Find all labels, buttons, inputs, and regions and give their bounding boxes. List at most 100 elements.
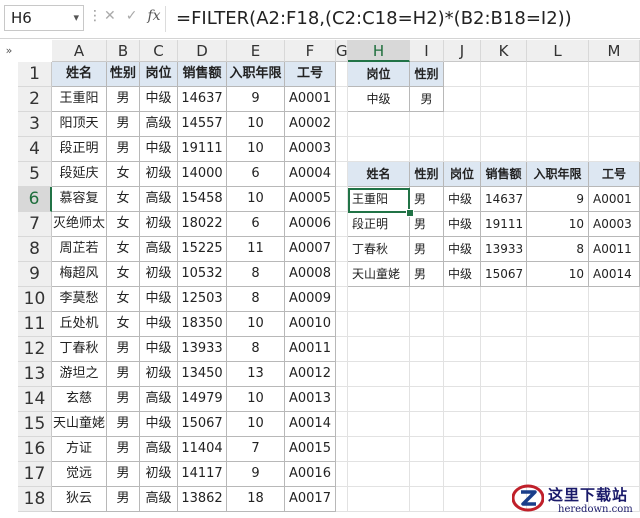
source-cell-id[interactable]: A0011 <box>285 337 336 362</box>
source-cell-sales[interactable]: 19111 <box>178 137 227 162</box>
empty-cell[interactable] <box>348 362 410 387</box>
source-cell-gender[interactable]: 女 <box>107 187 140 212</box>
empty-cell[interactable] <box>444 437 481 462</box>
fill-handle[interactable] <box>406 209 414 217</box>
source-cell-years[interactable]: 10 <box>227 387 285 412</box>
source-cell-sales[interactable]: 13933 <box>178 337 227 362</box>
column-header-c[interactable]: C <box>140 40 178 62</box>
empty-cell[interactable] <box>348 387 410 412</box>
empty-cell[interactable] <box>527 412 589 437</box>
empty-cell[interactable] <box>410 362 444 387</box>
empty-cell[interactable] <box>589 87 640 112</box>
source-cell-sales[interactable]: 15067 <box>178 412 227 437</box>
row-header-7[interactable]: 7 <box>18 212 52 237</box>
source-cell-years[interactable]: 8 <box>227 337 285 362</box>
empty-cell[interactable] <box>336 287 348 312</box>
source-cell-years[interactable]: 13 <box>227 362 285 387</box>
empty-cell[interactable] <box>527 387 589 412</box>
empty-cell[interactable] <box>444 112 481 137</box>
result-header-sales[interactable]: 销售额 <box>481 162 527 187</box>
row-header-4[interactable]: 4 <box>18 137 52 162</box>
source-cell-name[interactable]: 丘处机 <box>52 312 107 337</box>
empty-cell[interactable] <box>336 387 348 412</box>
result-header-gender[interactable]: 性别 <box>410 162 444 187</box>
empty-cell[interactable] <box>481 362 527 387</box>
empty-cell[interactable] <box>410 337 444 362</box>
empty-cell[interactable] <box>481 412 527 437</box>
row-header-9[interactable]: 9 <box>18 262 52 287</box>
source-cell-name[interactable]: 玄慈 <box>52 387 107 412</box>
source-cell-gender[interactable]: 男 <box>107 462 140 487</box>
result-cell-id[interactable]: A0001 <box>589 187 640 212</box>
result-header-id[interactable]: 工号 <box>589 162 640 187</box>
criteria-header-gender[interactable]: 性别 <box>410 62 444 87</box>
source-cell-sales[interactable]: 10532 <box>178 262 227 287</box>
source-cell-gender[interactable]: 男 <box>107 412 140 437</box>
result-cell-position[interactable]: 中级 <box>444 262 481 287</box>
source-cell-name[interactable]: 王重阳 <box>52 87 107 112</box>
source-cell-position[interactable]: 高级 <box>140 112 178 137</box>
source-cell-gender[interactable]: 男 <box>107 362 140 387</box>
empty-cell[interactable] <box>527 287 589 312</box>
source-cell-years[interactable]: 10 <box>227 412 285 437</box>
empty-cell[interactable] <box>410 487 444 512</box>
empty-cell[interactable] <box>336 87 348 112</box>
source-cell-years[interactable]: 18 <box>227 487 285 512</box>
empty-cell[interactable] <box>444 62 481 87</box>
empty-cell[interactable] <box>589 137 640 162</box>
result-cell-position[interactable]: 中级 <box>444 212 481 237</box>
source-cell-sales[interactable]: 13862 <box>178 487 227 512</box>
empty-cell[interactable] <box>527 312 589 337</box>
source-cell-gender[interactable]: 女 <box>107 287 140 312</box>
empty-cell[interactable] <box>444 387 481 412</box>
source-cell-gender[interactable]: 女 <box>107 162 140 187</box>
empty-cell[interactable] <box>481 437 527 462</box>
confirm-icon[interactable]: ✓ <box>126 8 138 24</box>
source-cell-id[interactable]: A0006 <box>285 212 336 237</box>
source-cell-years[interactable]: 11 <box>227 237 285 262</box>
empty-cell[interactable] <box>336 462 348 487</box>
empty-cell[interactable] <box>336 412 348 437</box>
source-cell-position[interactable]: 中级 <box>140 87 178 112</box>
source-cell-gender[interactable]: 男 <box>107 87 140 112</box>
column-header-i[interactable]: I <box>410 40 444 62</box>
row-header-3[interactable]: 3 <box>18 112 52 137</box>
source-cell-gender[interactable]: 男 <box>107 112 140 137</box>
empty-cell[interactable] <box>348 412 410 437</box>
source-cell-name[interactable]: 李莫愁 <box>52 287 107 312</box>
empty-cell[interactable] <box>348 487 410 512</box>
source-cell-id[interactable]: A0017 <box>285 487 336 512</box>
row-header-2[interactable]: 2 <box>18 87 52 112</box>
source-cell-id[interactable]: A0016 <box>285 462 336 487</box>
column-header-e[interactable]: E <box>227 40 285 62</box>
empty-cell[interactable] <box>589 287 640 312</box>
empty-cell[interactable] <box>527 87 589 112</box>
source-cell-id[interactable]: A0003 <box>285 137 336 162</box>
source-cell-name[interactable]: 丁春秋 <box>52 337 107 362</box>
source-cell-years[interactable]: 10 <box>227 137 285 162</box>
empty-cell[interactable] <box>336 187 348 212</box>
empty-cell[interactable] <box>481 137 527 162</box>
empty-cell[interactable] <box>444 462 481 487</box>
name-box[interactable]: H6 ▾ <box>4 5 84 31</box>
source-cell-position[interactable]: 中级 <box>140 412 178 437</box>
source-cell-position[interactable]: 初级 <box>140 162 178 187</box>
source-cell-position[interactable]: 高级 <box>140 237 178 262</box>
empty-cell[interactable] <box>410 137 444 162</box>
empty-cell[interactable] <box>444 287 481 312</box>
source-cell-id[interactable]: A0010 <box>285 312 336 337</box>
row-header-6[interactable]: 6 <box>18 187 52 212</box>
source-cell-sales[interactable]: 14000 <box>178 162 227 187</box>
criteria-value-position[interactable]: 中级 <box>348 87 410 112</box>
result-cell-gender[interactable]: 男 <box>410 187 444 212</box>
result-header-name[interactable]: 姓名 <box>348 162 410 187</box>
empty-cell[interactable] <box>589 62 640 87</box>
source-cell-id[interactable]: A0013 <box>285 387 336 412</box>
empty-cell[interactable] <box>481 287 527 312</box>
row-header-14[interactable]: 14 <box>18 387 52 412</box>
source-cell-years[interactable]: 9 <box>227 462 285 487</box>
source-cell-position[interactable]: 高级 <box>140 187 178 212</box>
source-cell-name[interactable]: 觉远 <box>52 462 107 487</box>
empty-cell[interactable] <box>481 112 527 137</box>
row-header-5[interactable]: 5 <box>18 162 52 187</box>
